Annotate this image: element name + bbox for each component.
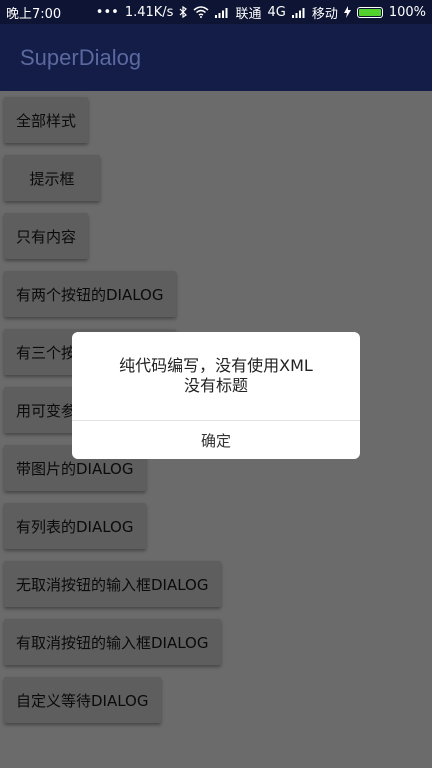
battery-icon (356, 6, 383, 18)
input-with-cancel-dialog-button[interactable]: 有取消按钮的输入框DIALOG (4, 619, 221, 665)
two-buttons-dialog-button[interactable]: 有两个按钮的DIALOG (4, 271, 176, 317)
list-dialog-button[interactable]: 有列表的DIALOG (4, 503, 146, 549)
confirm-button[interactable]: 确定 (72, 421, 360, 459)
bluetooth-icon (180, 6, 188, 18)
signal-icon (291, 7, 305, 18)
app-bar: SuperDialog (0, 24, 432, 91)
network-type: 4G (267, 4, 286, 20)
status-right: ••• 1.41K/s 联通 4G 移动 100% (96, 3, 426, 22)
custom-wait-dialog-button[interactable]: 自定义等待DIALOG (4, 677, 161, 723)
dialog-message-line-1: 纯代码编写，没有使用XML (119, 356, 313, 375)
alert-button[interactable]: 提示框 (4, 155, 100, 201)
charging-icon (343, 6, 351, 18)
dialog-message-line-2: 没有标题 (183, 376, 248, 395)
input-no-cancel-dialog-button[interactable]: 无取消按钮的输入框DIALOG (4, 561, 221, 607)
signal-icon (215, 7, 228, 18)
network-speed: 1.41K/s (124, 4, 174, 20)
app-title: SuperDialog (20, 44, 142, 70)
dots-icon: ••• (95, 4, 119, 20)
status-time: 晚上7:00 (6, 6, 62, 22)
all-styles-button[interactable]: 全部样式 (4, 97, 89, 143)
content-only-button[interactable]: 只有内容 (4, 213, 89, 259)
wifi-icon (193, 6, 209, 18)
dialog-message: 纯代码编写，没有使用XML 没有标题 (72, 332, 360, 420)
carrier-2: 移动 (311, 6, 338, 22)
status-bar: 晚上7:00 ••• 1.41K/s 联通 4G 移动 100% (0, 0, 432, 24)
carrier-1: 联通 (235, 6, 262, 22)
dialog: 纯代码编写，没有使用XML 没有标题 确定 (72, 332, 360, 459)
battery-percent: 100% (388, 4, 426, 20)
